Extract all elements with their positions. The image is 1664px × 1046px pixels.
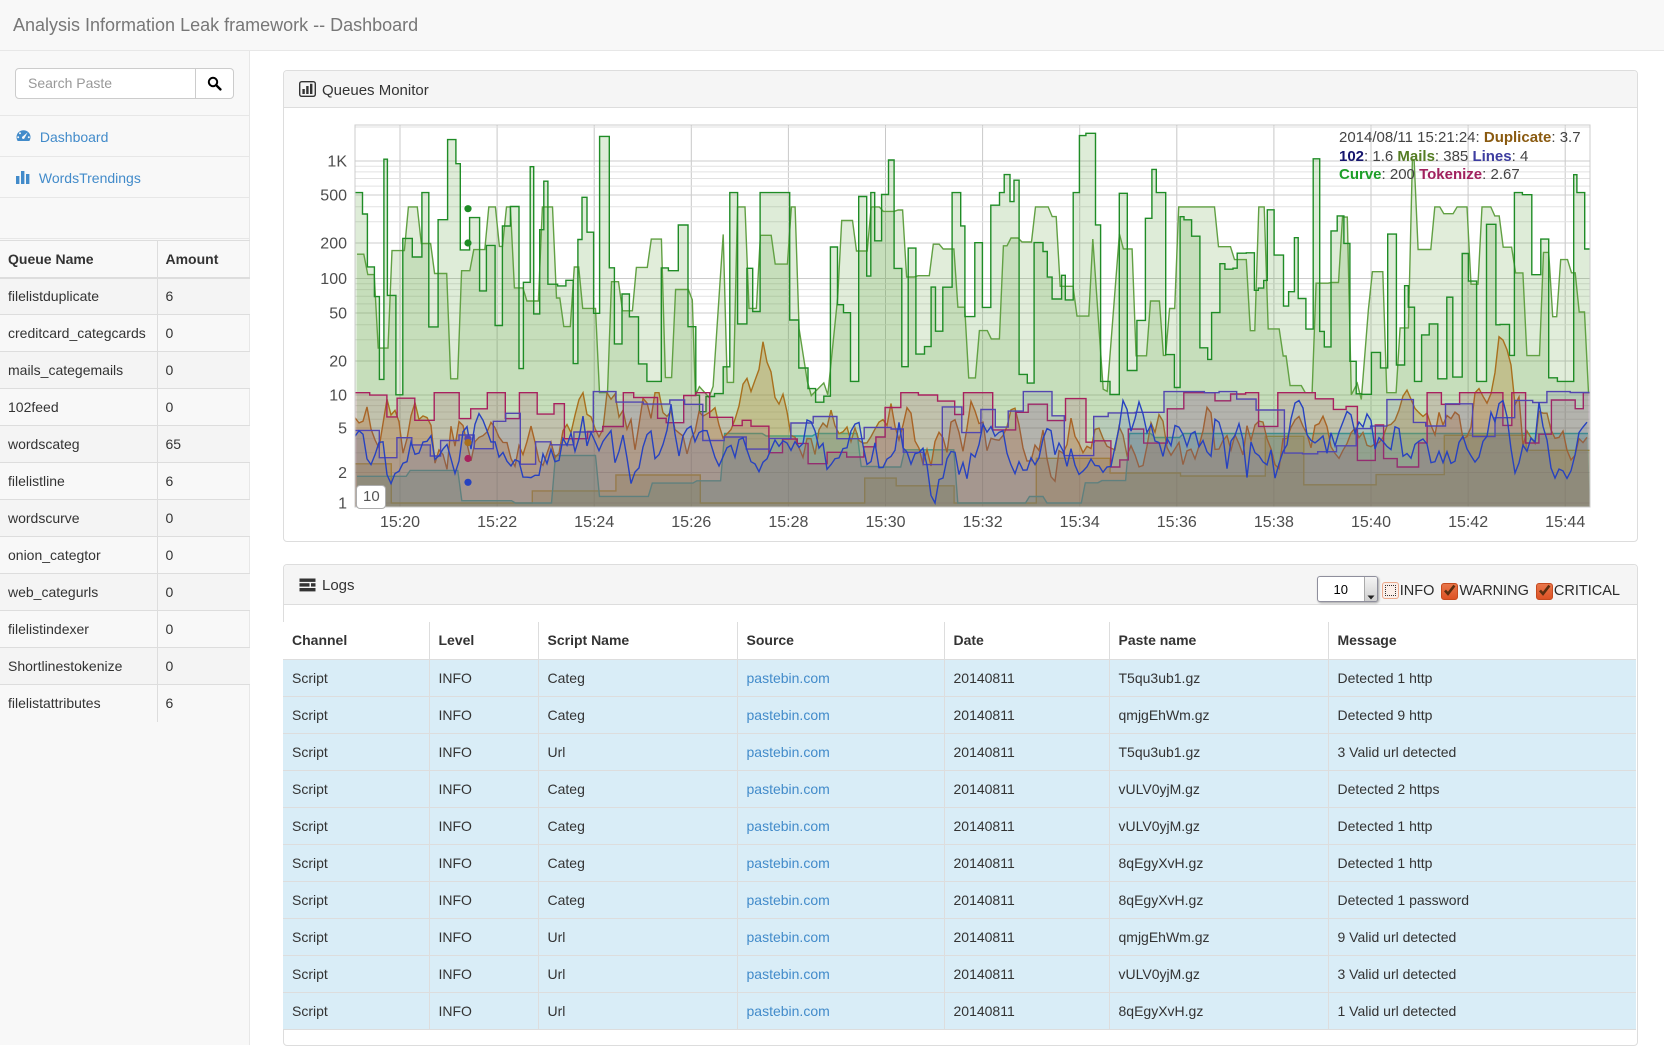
svg-text:15:26: 15:26 xyxy=(671,514,711,531)
svg-text:2: 2 xyxy=(338,465,347,482)
svg-text:15:28: 15:28 xyxy=(768,514,808,531)
svg-text:20: 20 xyxy=(329,354,347,371)
svg-text:15:40: 15:40 xyxy=(1351,514,1391,531)
svg-text:15:44: 15:44 xyxy=(1545,514,1585,531)
svg-text:5: 5 xyxy=(338,421,347,438)
svg-text:15:24: 15:24 xyxy=(574,514,614,531)
svg-text:500: 500 xyxy=(320,188,347,205)
svg-text:200: 200 xyxy=(320,236,347,253)
svg-text:100: 100 xyxy=(320,271,347,288)
svg-text:1: 1 xyxy=(338,496,347,513)
svg-text:15:32: 15:32 xyxy=(963,514,1003,531)
svg-text:10: 10 xyxy=(329,388,347,405)
svg-text:1K: 1K xyxy=(327,154,347,171)
svg-text:15:30: 15:30 xyxy=(865,514,905,531)
svg-text:15:36: 15:36 xyxy=(1157,514,1197,531)
svg-text:15:42: 15:42 xyxy=(1448,514,1488,531)
svg-text:15:22: 15:22 xyxy=(477,514,517,531)
svg-text:50: 50 xyxy=(329,306,347,323)
svg-text:15:38: 15:38 xyxy=(1254,514,1294,531)
svg-text:15:34: 15:34 xyxy=(1060,514,1100,531)
svg-text:15:20: 15:20 xyxy=(380,514,420,531)
